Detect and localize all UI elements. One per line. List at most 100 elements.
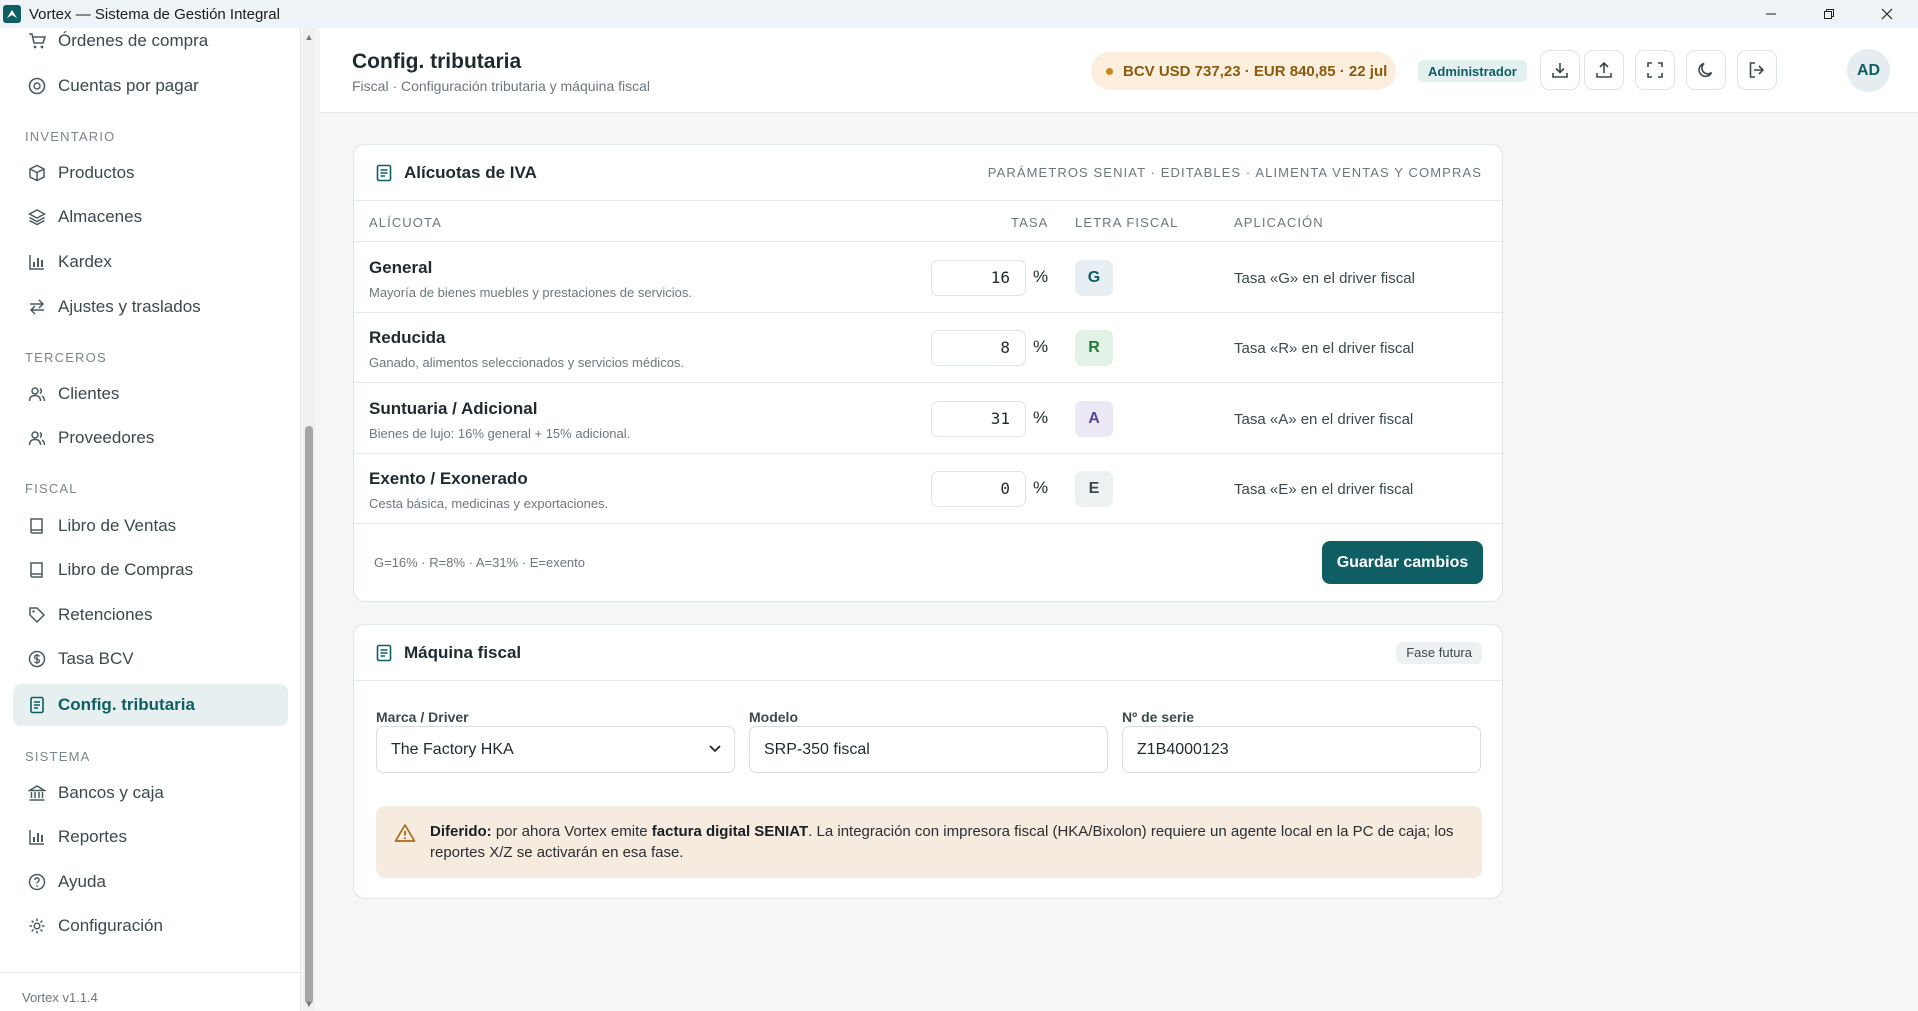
model-input[interactable]: SRP-350 fiscal bbox=[749, 726, 1108, 773]
upload-button[interactable] bbox=[1584, 50, 1624, 90]
box-icon bbox=[25, 161, 49, 185]
sidebar-item-proveedores[interactable]: Proveedores bbox=[13, 417, 288, 459]
brand-label: Marca / Driver bbox=[376, 709, 469, 725]
logout-button[interactable] bbox=[1737, 50, 1777, 90]
rate-description: Ganado, alimentos seleccionados y servic… bbox=[369, 355, 685, 370]
sidebar-item-kardex[interactable]: Kardex bbox=[13, 241, 288, 283]
book-icon bbox=[25, 514, 49, 538]
notice-text: Diferido: por ahora Vortex emite factura… bbox=[430, 823, 1454, 861]
receipt-icon bbox=[25, 693, 49, 717]
sidebar-item-configuracion[interactable]: Configuración bbox=[13, 905, 288, 947]
layers-icon bbox=[25, 205, 49, 229]
sidebar: Órdenes de compra Cuentas por pagar INVE… bbox=[0, 28, 301, 1011]
rate-input-reducida[interactable]: 8 bbox=[931, 330, 1026, 366]
help-icon bbox=[25, 870, 49, 894]
rate-application: Tasa «A» en el driver fiscal bbox=[1234, 411, 1414, 428]
iva-card-meta: PARÁMETROS SENIAT · EDITABLES · ALIMENTA… bbox=[987, 165, 1482, 180]
rate-description: Cesta básica, medicinas y exportaciones. bbox=[369, 496, 609, 511]
download-button[interactable] bbox=[1540, 50, 1580, 90]
upload-icon bbox=[1596, 61, 1612, 78]
section-sistema: SISTEMA bbox=[25, 749, 91, 764]
table-row: Exento / Exonerado Cesta básica, medicin… bbox=[354, 454, 1504, 524]
fiscal-letter-badge: G bbox=[1075, 260, 1113, 296]
fiscal-letter-badge: A bbox=[1075, 401, 1113, 437]
percent-sign: % bbox=[1033, 478, 1049, 497]
sidebar-item-ajustes-traslados[interactable]: Ajustes y traslados bbox=[13, 286, 288, 328]
iva-card-header: Alícuotas de IVA PARÁMETROS SENIAT · EDI… bbox=[354, 145, 1502, 201]
sidebar-item-reportes[interactable]: Reportes bbox=[13, 816, 288, 858]
section-terceros: TERCEROS bbox=[25, 350, 107, 365]
fullscreen-button[interactable] bbox=[1635, 50, 1675, 90]
rate-input-general[interactable]: 16 bbox=[931, 260, 1026, 296]
scroll-down-icon[interactable]: ▼ bbox=[303, 999, 315, 1009]
moon-icon bbox=[1698, 62, 1713, 78]
table-row: Suntuaria / Adicional Bienes de lujo: 16… bbox=[354, 384, 1504, 454]
dollar-circle-icon bbox=[25, 647, 49, 671]
save-button[interactable]: Guardar cambios bbox=[1322, 541, 1483, 584]
window-title: Vortex — Sistema de Gestión Integral bbox=[29, 5, 280, 23]
sidebar-footer-divider bbox=[0, 972, 301, 973]
logout-icon bbox=[1749, 62, 1765, 78]
rate-input-suntuaria[interactable]: 31 bbox=[931, 401, 1026, 437]
serial-input[interactable]: Z1B4000123 bbox=[1122, 726, 1481, 773]
scrollbar-thumb[interactable] bbox=[305, 426, 313, 1004]
tag-icon bbox=[25, 603, 49, 627]
col-letra-fiscal: LETRA FISCAL bbox=[1075, 215, 1179, 230]
status-dot-icon bbox=[1106, 67, 1113, 75]
receipt-icon bbox=[374, 643, 394, 663]
percent-sign: % bbox=[1033, 408, 1049, 427]
sidebar-item-cuentas-pagar[interactable]: Cuentas por pagar bbox=[13, 65, 288, 107]
cart-icon bbox=[25, 29, 49, 53]
minimize-icon[interactable] bbox=[1748, 0, 1794, 28]
restore-icon[interactable] bbox=[1806, 0, 1852, 28]
sidebar-item-libro-ventas[interactable]: Libro de Ventas bbox=[13, 505, 288, 547]
fiscal-letter-badge: E bbox=[1075, 471, 1113, 507]
sidebar-item-productos[interactable]: Productos bbox=[13, 152, 288, 194]
chevron-down-icon bbox=[708, 741, 722, 760]
sidebar-item-almacenes[interactable]: Almacenes bbox=[13, 196, 288, 238]
sidebar-item-bancos-caja[interactable]: Bancos y caja bbox=[13, 772, 288, 814]
rate-input-exento[interactable]: 0 bbox=[931, 471, 1026, 507]
coin-icon bbox=[25, 74, 49, 98]
page-title: Config. tributaria bbox=[352, 50, 522, 73]
sidebar-item-libro-compras[interactable]: Libro de Compras bbox=[13, 549, 288, 591]
percent-sign: % bbox=[1033, 267, 1049, 286]
avatar[interactable]: AD bbox=[1847, 49, 1890, 92]
table-row: Reducida Ganado, alimentos seleccionados… bbox=[354, 313, 1504, 383]
sidebar-item-config-tributaria[interactable]: Config. tributaria bbox=[13, 684, 288, 726]
sidebar-item-clientes[interactable]: Clientes bbox=[13, 373, 288, 415]
warning-icon bbox=[394, 823, 416, 843]
iva-rates-card: Alícuotas de IVA PARÁMETROS SENIAT · EDI… bbox=[353, 144, 1504, 602]
table-row: General Mayoría de bienes muebles y pres… bbox=[354, 243, 1504, 313]
book-icon bbox=[25, 558, 49, 582]
sidebar-item-ordenes-compra[interactable]: Órdenes de compra bbox=[13, 28, 288, 62]
rate-application: Tasa «R» en el driver fiscal bbox=[1234, 340, 1415, 357]
sidebar-item-ayuda[interactable]: Ayuda bbox=[13, 861, 288, 903]
model-label: Modelo bbox=[749, 709, 798, 725]
status-badge: Fase futura bbox=[1396, 641, 1482, 664]
rate-name: Exento / Exonerado bbox=[369, 469, 528, 488]
iva-card-title: Alícuotas de IVA bbox=[404, 162, 537, 182]
deferred-notice: Diferido: por ahora Vortex emite factura… bbox=[376, 806, 1482, 878]
fullscreen-icon bbox=[1647, 62, 1663, 78]
iva-card-footer: G=16% · R=8% · A=31% · E=exento Guardar … bbox=[354, 524, 1504, 600]
brand-select[interactable]: The Factory HKA bbox=[376, 726, 735, 773]
gear-icon bbox=[25, 914, 49, 938]
theme-toggle-button[interactable] bbox=[1686, 50, 1726, 90]
bar-chart-icon bbox=[25, 825, 49, 849]
bank-icon bbox=[25, 781, 49, 805]
fiscal-letter-badge: R bbox=[1075, 330, 1113, 366]
app-logo-icon bbox=[3, 5, 21, 23]
iva-table-header: ALÍCUOTA TASA LETRA FISCAL APLICACIÓN bbox=[354, 202, 1504, 242]
rate-application: Tasa «E» en el driver fiscal bbox=[1234, 481, 1414, 498]
close-icon[interactable] bbox=[1864, 0, 1910, 28]
sidebar-scrollbar[interactable]: ▲ ▼ bbox=[303, 28, 315, 1011]
download-icon bbox=[1552, 63, 1568, 78]
serial-label: Nº de serie bbox=[1122, 709, 1195, 725]
sidebar-item-tasa-bcv[interactable]: Tasa BCV bbox=[13, 638, 288, 680]
sidebar-item-retenciones[interactable]: Retenciones bbox=[13, 594, 288, 636]
col-tasa: TASA bbox=[1011, 215, 1049, 230]
scroll-up-icon[interactable]: ▲ bbox=[303, 32, 315, 42]
app-version: Vortex v1.1.4 bbox=[22, 990, 98, 1005]
breadcrumb: Fiscal · Configuración tributaria y máqu… bbox=[352, 78, 651, 94]
